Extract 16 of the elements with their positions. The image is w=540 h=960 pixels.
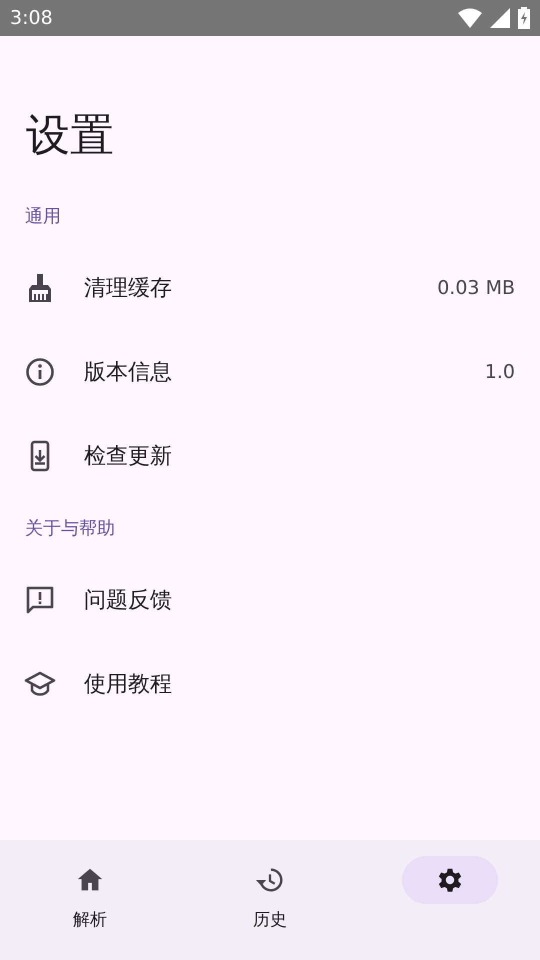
info-icon: [24, 356, 56, 388]
section-header: 通用: [25, 204, 61, 228]
settings-row[interactable]: 问题反馈: [0, 558, 540, 642]
nav-tab[interactable]: 历史: [180, 840, 360, 934]
feedback-icon: [24, 584, 56, 616]
settings-row[interactable]: 使用教程: [0, 642, 540, 726]
signal-icon: [490, 8, 510, 28]
wifi-icon: [458, 8, 482, 28]
section-header: 关于与帮助: [25, 516, 115, 540]
settings-row[interactable]: 清理缓存 0.03 MB: [0, 246, 540, 330]
status-time: 3:08: [10, 6, 53, 31]
settings-row[interactable]: 版本信息 1.0: [0, 330, 540, 414]
page-title: 设置: [26, 109, 115, 163]
battery-icon: [518, 7, 530, 29]
nav-tab[interactable]: 解析: [0, 840, 180, 934]
settings-row[interactable]: 检查更新: [0, 414, 540, 498]
